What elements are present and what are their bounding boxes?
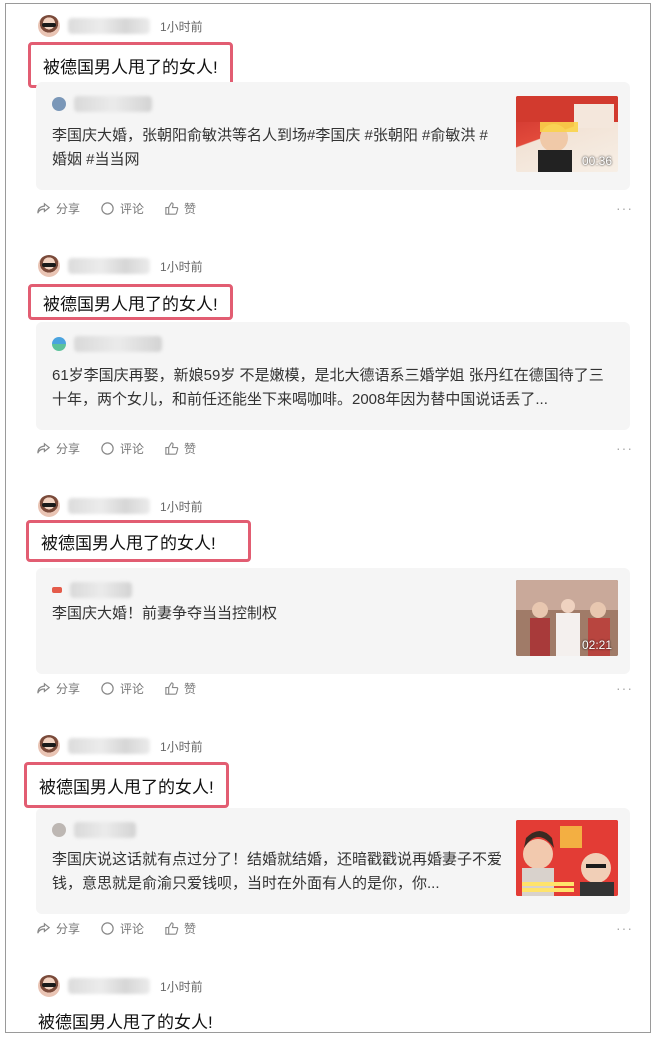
post-time: 1小时前 — [160, 19, 203, 34]
like-label: 赞 — [184, 922, 197, 936]
like-icon — [165, 202, 179, 215]
like-button[interactable]: 赞 — [164, 440, 196, 457]
post-time: 1小时前 — [160, 259, 203, 274]
post-header: 1小时前 — [38, 13, 203, 39]
card-text: 李国庆说这话就有点过分了！结婚就结婚，还暗戳戳说再婚妻子不爱钱，意思就是俞渝只爱… — [52, 851, 502, 892]
blurred-username[interactable] — [68, 258, 150, 274]
share-icon — [37, 922, 51, 934]
share-button[interactable]: 分享 — [36, 680, 80, 697]
share-label: 分享 — [56, 202, 81, 216]
comment-label: 评论 — [120, 922, 145, 936]
blurred-username[interactable] — [68, 498, 150, 514]
comment-icon — [101, 682, 114, 695]
feed-frame: 1小时前 被德国男人甩了的女人! 李国庆大婚，张朝阳俞敏洪等名人到场#李国庆 #… — [5, 3, 651, 1033]
highlight-box: 被德国男人甩了的女人! — [28, 284, 233, 320]
blurred-username[interactable] — [68, 978, 150, 994]
avatar[interactable] — [38, 735, 60, 757]
comment-icon — [101, 922, 114, 935]
post-header: 1小时前 — [38, 253, 203, 279]
blurred-username[interactable] — [68, 18, 150, 34]
post-header: 1小时前 — [38, 733, 203, 759]
video-duration: 00:36 — [581, 154, 612, 168]
blurred-source-name — [70, 582, 132, 598]
comment-button[interactable]: 评论 — [100, 440, 144, 457]
share-label: 分享 — [56, 682, 81, 696]
share-icon — [37, 442, 51, 454]
shared-card[interactable]: 李国庆说这话就有点过分了！结婚就结婚，还暗戳戳说再婚妻子不爱钱，意思就是俞渝只爱… — [36, 808, 630, 914]
like-icon — [165, 442, 179, 455]
like-label: 赞 — [184, 202, 197, 216]
post-header: 1小时前 — [38, 493, 203, 519]
more-icon[interactable]: ··· — [616, 200, 633, 216]
card-text: 李国庆大婚，张朝阳俞敏洪等名人到场#李国庆 #张朝阳 #俞敏洪 #婚姻 #当当网 — [52, 127, 488, 168]
post-time: 1小时前 — [160, 739, 203, 754]
comment-icon — [101, 202, 114, 215]
post-title-container: 被德国男人甩了的女人! — [38, 1008, 213, 1032]
card-text: 61岁李国庆再娶，新娘59岁 不是嫩模，是北大德语系三婚学姐 张丹红在德国待了三… — [52, 367, 604, 408]
more-icon[interactable]: ··· — [616, 920, 633, 936]
shared-card[interactable]: 61岁李国庆再娶，新娘59岁 不是嫩模，是北大德语系三婚学姐 张丹红在德国待了三… — [36, 322, 630, 430]
post-title: 被德国男人甩了的女人! — [39, 777, 214, 797]
avatar[interactable] — [38, 495, 60, 517]
share-icon — [37, 202, 51, 214]
like-icon — [165, 682, 179, 695]
comment-label: 评论 — [120, 442, 145, 456]
post-time: 1小时前 — [160, 499, 203, 514]
avatar[interactable] — [38, 975, 60, 997]
source-icon — [52, 823, 66, 837]
blurred-source-name — [74, 822, 136, 838]
image-thumbnail[interactable] — [516, 820, 618, 896]
share-button[interactable]: 分享 — [36, 920, 80, 937]
like-button[interactable]: 赞 — [164, 200, 196, 217]
feed-post: 1小时前 被德国男人甩了的女人! 李国庆说这话就有点过分了！结婚就结婚，还暗戳戳… — [6, 724, 650, 964]
card-text: 李国庆大婚！前妻争夺当当控制权 — [52, 605, 278, 622]
post-time: 1小时前 — [160, 979, 203, 994]
feed-post: 1小时前 被德国男人甩了的女人! 61岁李国庆再娶，新娘59岁 不是嫩模，是北大… — [6, 244, 650, 484]
avatar[interactable] — [38, 15, 60, 37]
video-thumbnail[interactable]: 00:36 — [516, 96, 618, 172]
post-title: 被德国男人甩了的女人! — [41, 533, 216, 553]
like-label: 赞 — [184, 682, 197, 696]
share-icon — [37, 682, 51, 694]
like-button[interactable]: 赞 — [164, 680, 196, 697]
blurred-source-name — [74, 96, 152, 112]
more-icon[interactable]: ··· — [616, 440, 633, 456]
blurred-username[interactable] — [68, 738, 150, 754]
post-header: 1小时前 — [38, 973, 203, 999]
feed-post: 1小时前 被德国男人甩了的女人! — [6, 964, 650, 1032]
blurred-source-name — [74, 336, 162, 352]
comment-button[interactable]: 评论 — [100, 920, 144, 937]
share-button[interactable]: 分享 — [36, 440, 80, 457]
comment-label: 评论 — [120, 202, 145, 216]
highlight-box: 被德国男人甩了的女人! — [24, 762, 229, 808]
highlight-box: 被德国男人甩了的女人! — [26, 520, 251, 562]
feed-post: 1小时前 被德国男人甩了的女人! 李国庆大婚，张朝阳俞敏洪等名人到场#李国庆 #… — [6, 4, 650, 244]
feed-post: 1小时前 被德国男人甩了的女人! 李国庆大婚！前妻争夺当当控制权 02:21 分… — [6, 484, 650, 724]
source-icon — [52, 337, 66, 351]
video-duration: 02:21 — [581, 638, 612, 652]
post-title: 被德国男人甩了的女人! — [43, 57, 218, 77]
post-title: 被德国男人甩了的女人! — [43, 294, 218, 314]
comment-icon — [101, 442, 114, 455]
more-icon[interactable]: ··· — [616, 680, 633, 696]
comment-label: 评论 — [120, 682, 145, 696]
share-label: 分享 — [56, 922, 81, 936]
like-button[interactable]: 赞 — [164, 920, 196, 937]
source-icon — [52, 587, 62, 593]
comment-button[interactable]: 评论 — [100, 200, 144, 217]
shared-card[interactable]: 李国庆大婚，张朝阳俞敏洪等名人到场#李国庆 #张朝阳 #俞敏洪 #婚姻 #当当网… — [36, 82, 630, 190]
like-label: 赞 — [184, 442, 197, 456]
share-button[interactable]: 分享 — [36, 200, 80, 217]
share-label: 分享 — [56, 442, 81, 456]
avatar[interactable] — [38, 255, 60, 277]
shared-card[interactable]: 李国庆大婚！前妻争夺当当控制权 02:21 — [36, 568, 630, 674]
post-title: 被德国男人甩了的女人! — [38, 1013, 213, 1032]
comment-button[interactable]: 评论 — [100, 680, 144, 697]
video-thumbnail[interactable]: 02:21 — [516, 580, 618, 656]
like-icon — [165, 922, 179, 935]
source-icon — [52, 97, 66, 111]
